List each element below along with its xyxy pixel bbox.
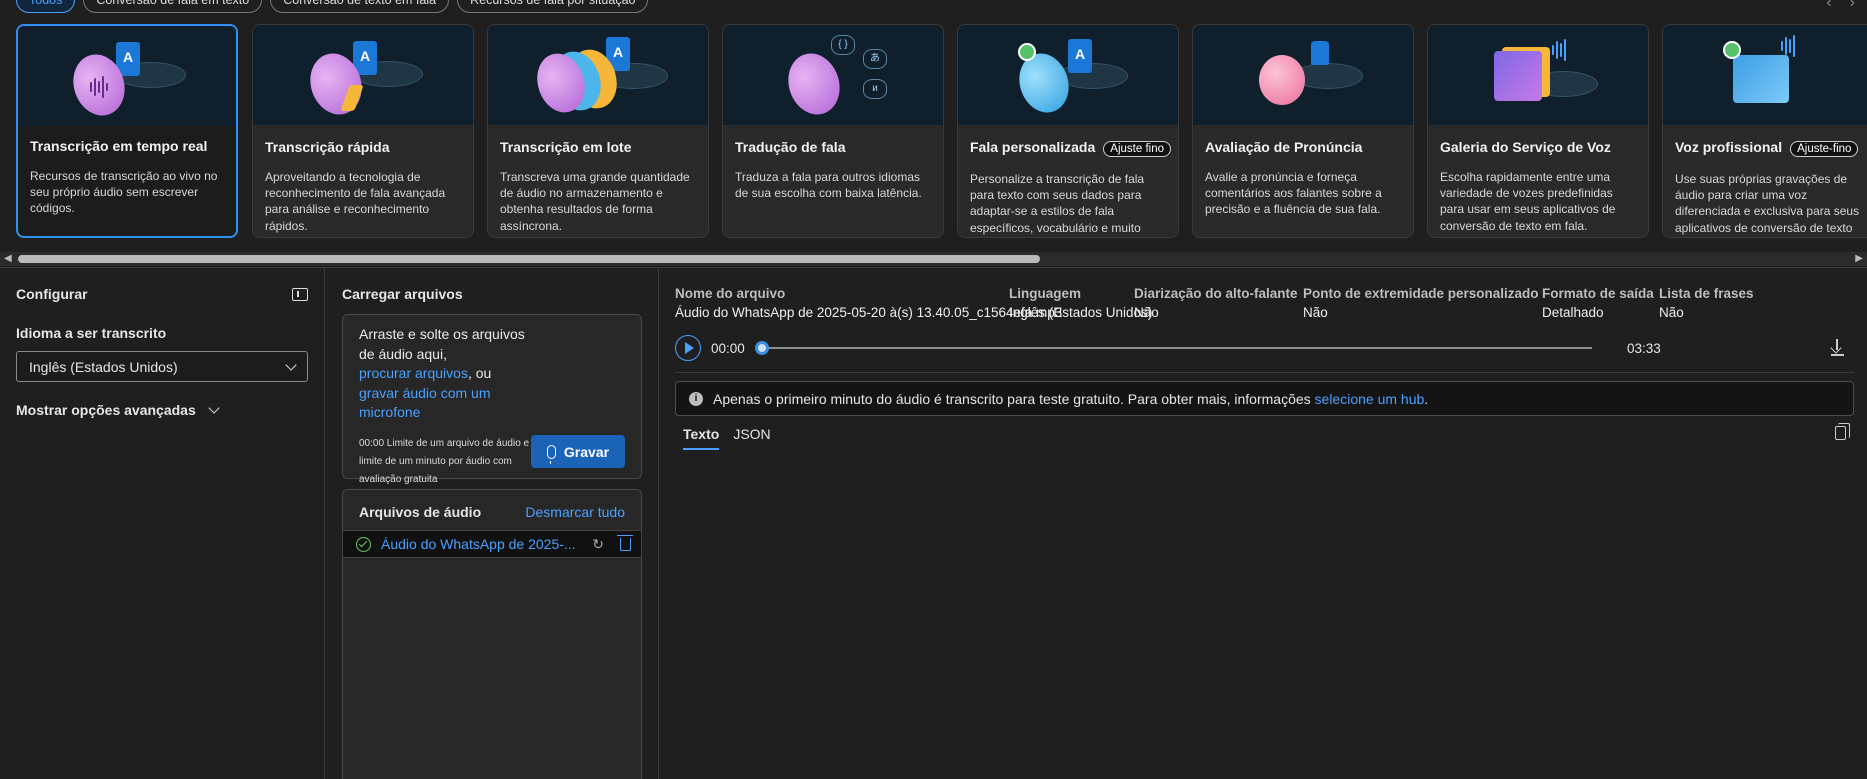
card-title: Tradução de fala — [735, 139, 846, 155]
language-select[interactable]: Inglês (Estados Unidos) — [16, 351, 308, 382]
check-circle-icon — [356, 536, 371, 552]
fine-tune-badge: Ajuste-fino — [1790, 141, 1859, 157]
card-description: Use suas próprias gravações de áudio par… — [1675, 172, 1860, 237]
card-voice-gallery[interactable]: Galeria do Serviço de Voz Escolha rapida… — [1427, 24, 1649, 238]
card-title: Transcrição rápida — [265, 139, 390, 155]
cards-scrollbar[interactable]: ◀ ▶ — [0, 252, 1867, 266]
retry-icon[interactable]: ↻ — [592, 536, 604, 553]
free-tier-limit-text: 00:00 Limite de um arquivo de áudio e li… — [359, 438, 530, 485]
info-icon: i — [689, 391, 703, 406]
output-tabs: Texto JSON — [675, 422, 1854, 450]
card-description: Personalize a transcrição de fala para t… — [970, 172, 1145, 237]
meta-output-format: Formato de saída Detalhado — [1542, 286, 1654, 320]
result-panel: Nome do arquivo Áudio do WhatsApp de 202… — [660, 268, 1867, 779]
card-realtime-transcription[interactable]: A Transcrição em tempo real Recursos de … — [16, 24, 238, 238]
audio-files-title: Arquivos de áudio — [359, 504, 482, 520]
collapse-panel-icon[interactable] — [292, 287, 308, 301]
card-title: Galeria do Serviço de Voz — [1440, 139, 1611, 155]
seek-handle[interactable] — [755, 341, 769, 355]
chevron-left-icon[interactable]: ‹ — [1826, 0, 1831, 12]
upload-title: Carregar arquivos — [342, 286, 463, 302]
upload-panel: Carregar arquivos Arraste e solte os arq… — [326, 268, 659, 779]
record-audio-link[interactable]: gravar áudio com um microfone — [359, 385, 491, 421]
free-trial-notice: i Apenas o primeiro minuto do áudio é tr… — [675, 381, 1854, 416]
configure-title: Configurar — [16, 286, 88, 302]
card-professional-voice[interactable]: Voz profissional Ajuste-fino Use suas pró… — [1662, 24, 1867, 238]
meta-file-name: Nome do arquivo Áudio do WhatsApp de 202… — [675, 286, 1063, 320]
audio-files-list: Arquivos de áudio Desmarcar tudo Áudio d… — [342, 489, 642, 779]
filter-all[interactable]: Todos — [16, 0, 76, 13]
card-fast-transcription[interactable]: A Transcrição rápida Aproveitando a tecn… — [252, 24, 474, 238]
drop-zone[interactable]: Arraste e solte os arquivos de áudio aqu… — [342, 314, 642, 485]
language-label: Idioma a ser transcrito — [16, 325, 167, 341]
total-time: 03:33 — [1627, 340, 1661, 356]
card-description: Transcreva uma grande quantidade de áudi… — [500, 170, 690, 233]
card-description: Escolha rapidamente entre uma variedade … — [1440, 170, 1616, 233]
fast-transcription-illustration: A — [253, 25, 473, 125]
chevron-down-icon — [285, 358, 297, 371]
meta-diarization: Diarização do alto-falante Não — [1134, 286, 1298, 320]
card-title: Fala personalizada Ajuste fino — [970, 139, 1171, 157]
chevron-down-icon — [208, 402, 220, 414]
meta-phrase-list: Lista de frases Não — [1659, 286, 1754, 320]
card-title: Transcrição em tempo real — [30, 138, 208, 154]
batch-transcription-illustration: A — [488, 25, 708, 125]
seek-bar[interactable] — [757, 347, 1592, 349]
speech-translation-illustration: { } あ и — [723, 25, 943, 125]
custom-speech-illustration: A — [958, 25, 1178, 125]
card-batch-transcription[interactable]: A Transcrição em lote Transcreva uma gra… — [487, 24, 709, 238]
voice-gallery-illustration — [1428, 25, 1648, 125]
audio-player: 00:00 03:33 — [675, 334, 1855, 362]
feature-cards: A Transcrição em tempo real Recursos de … — [16, 24, 1867, 239]
tab-json[interactable]: JSON — [733, 422, 770, 450]
list-item[interactable]: Áudio do WhatsApp de 2025-... ↻ — [342, 530, 642, 558]
professional-voice-illustration — [1663, 25, 1867, 125]
chevron-right-icon[interactable]: › — [1850, 0, 1855, 12]
advanced-options-toggle[interactable]: Mostrar opções avançadas — [16, 402, 308, 418]
card-title: Voz profissional Ajuste-fino — [1675, 139, 1867, 157]
scroll-left-icon[interactable]: ◀ — [4, 252, 12, 266]
card-description: Aproveitando a tecnologia de reconhecime… — [265, 170, 446, 233]
divider — [675, 372, 1854, 373]
configure-panel: Configurar Idioma a ser transcrito Inglê… — [0, 268, 325, 779]
browse-files-link[interactable]: procurar arquivos — [359, 365, 468, 381]
language-select-value: Inglês (Estados Unidos) — [29, 358, 178, 375]
deselect-all-link[interactable]: Desmarcar tudo — [525, 504, 625, 520]
download-icon[interactable] — [1830, 339, 1844, 356]
card-title: Avaliação de Pronúncia — [1205, 139, 1363, 155]
card-pronunciation-assessment[interactable]: Avaliação de Pronúncia Avalie a pronúnci… — [1192, 24, 1414, 238]
play-icon[interactable] — [675, 335, 701, 361]
card-description: Avalie a pronúncia e forneça comentários… — [1205, 170, 1382, 217]
meta-custom-endpoint: Ponto de extremidade personalizado Não — [1303, 286, 1539, 320]
card-speech-translation[interactable]: { } あ и Tradução de fala Traduza a fala … — [722, 24, 944, 238]
card-custom-speech[interactable]: A Fala personalizada Ajuste fino Personal… — [957, 24, 1179, 238]
delete-icon[interactable] — [617, 534, 633, 551]
current-time: 00:00 — [711, 340, 745, 356]
carousel-arrows: ‹ › — [1826, 0, 1855, 12]
meta-language: Linguagem Inglês (Estados Unidos) — [1009, 286, 1153, 320]
card-title: Transcrição em lote — [500, 139, 632, 155]
file-metadata: Nome do arquivo Áudio do WhatsApp de 202… — [675, 286, 1867, 320]
filter-speech-to-text[interactable]: Conversão de fala em texto — [83, 0, 263, 13]
card-description: Traduza a fala para outros idiomas de su… — [735, 170, 922, 201]
pronunciation-assessment-illustration — [1193, 25, 1413, 125]
tab-text[interactable]: Texto — [683, 422, 720, 450]
select-hub-link[interactable]: selecione um hub — [1315, 391, 1425, 407]
filter-text-to-speech[interactable]: Conversão de texto em fala — [270, 0, 450, 13]
filter-scenarios[interactable]: Recursos de fala por situação — [457, 0, 649, 13]
file-name[interactable]: Áudio do WhatsApp de 2025-... — [381, 536, 582, 552]
realtime-transcription-illustration: A — [18, 26, 236, 126]
notice-text: Apenas o primeiro minuto do áudio é tran… — [713, 390, 1429, 407]
filter-pills: Todos Conversão de fala em texto Convers… — [16, 0, 649, 13]
fine-tune-badge: Ajuste fino — [1103, 141, 1171, 157]
advanced-options-label: Mostrar opções avançadas — [16, 402, 196, 418]
record-button[interactable]: Gravar — [531, 435, 625, 468]
scroll-right-icon[interactable]: ▶ — [1855, 252, 1863, 266]
copy-icon[interactable] — [1835, 423, 1850, 440]
microphone-icon — [546, 444, 556, 464]
scrollbar-thumb[interactable] — [18, 255, 1040, 263]
drop-instructions: Arraste e solte os arquivos de áudio aqu… — [359, 326, 525, 421]
card-description: Recursos de transcrição ao vivo no seu p… — [30, 169, 218, 216]
